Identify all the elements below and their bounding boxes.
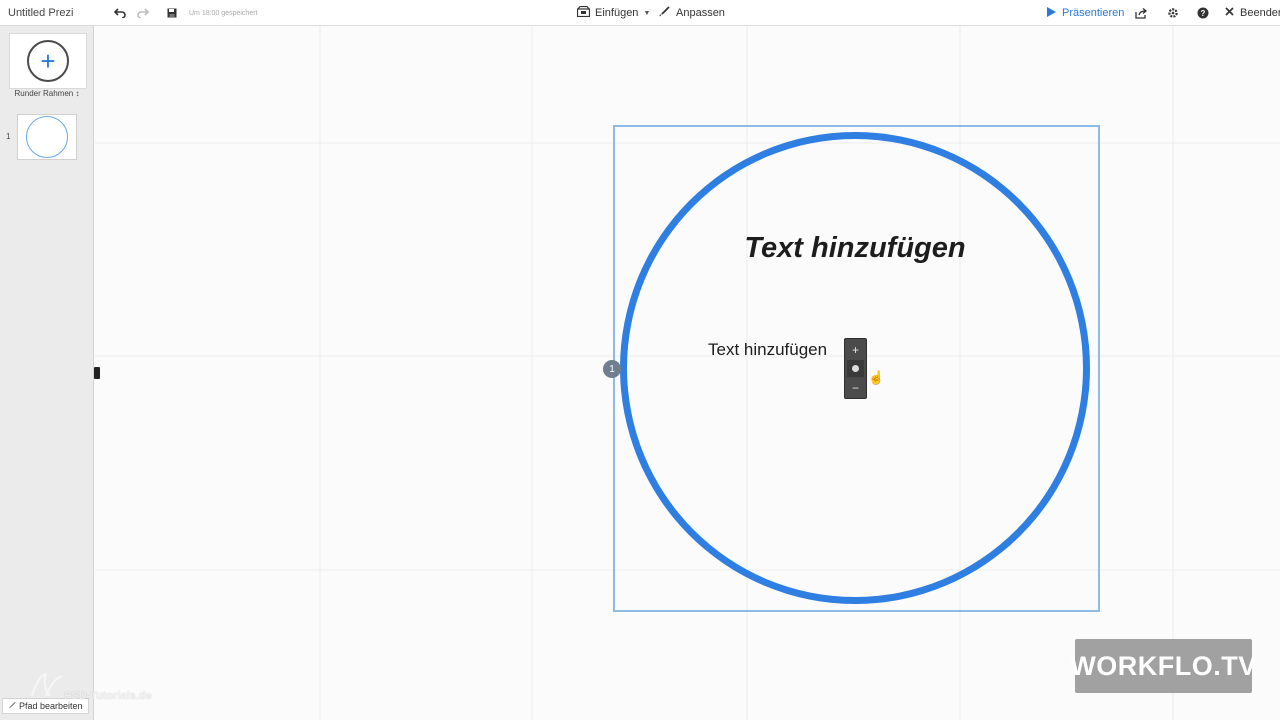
frame-title-text[interactable]: Text hinzufügen	[700, 232, 1010, 265]
slide-number: 1	[6, 132, 11, 141]
saved-status: Um 18:00 gespeichert	[189, 9, 258, 17]
chevron-down-icon: ▼	[643, 9, 651, 17]
circle-frame-thumbnail	[26, 116, 68, 158]
close-label: Beenden	[1240, 7, 1280, 19]
pencil-icon	[8, 701, 16, 711]
gear-icon[interactable]	[1165, 0, 1181, 26]
brush-icon	[659, 6, 670, 20]
frame-zoom-controls: + −	[844, 338, 867, 399]
hand-cursor-icon: ☝	[868, 370, 885, 385]
present-button[interactable]: Präsentieren	[1047, 0, 1124, 26]
customize-label: Anpassen	[676, 7, 725, 19]
present-label: Präsentieren	[1062, 7, 1125, 19]
frame-type-label: Runder Rahmen	[14, 89, 74, 98]
play-icon	[1047, 6, 1056, 20]
svg-text:?: ?	[1201, 9, 1206, 18]
plus-icon: +	[27, 40, 69, 82]
frame-type-select[interactable]: Runder Rahmen ↕	[0, 89, 94, 98]
top-toolbar: Untitled Prezi Um 18:00 gespeichert Einf…	[0, 0, 1280, 26]
redo-icon[interactable]	[135, 0, 151, 26]
hand-move-icon[interactable]	[847, 360, 864, 377]
zoom-in-button[interactable]: +	[847, 341, 864, 358]
path-step-badge[interactable]: 1	[603, 360, 621, 378]
close-button[interactable]: Beenden	[1225, 0, 1280, 26]
share-icon[interactable]	[1133, 0, 1149, 26]
updown-icon: ↕	[75, 89, 80, 98]
save-icon[interactable]	[164, 0, 180, 26]
insert-icon	[576, 5, 591, 20]
close-icon	[1225, 7, 1234, 19]
psd-tutorials-logo	[31, 672, 63, 697]
frame-body-text[interactable]: Text hinzufügen	[708, 340, 827, 360]
zoom-out-button[interactable]: −	[847, 379, 864, 396]
workflo-watermark: WORKFLO.TV	[1070, 639, 1256, 693]
presentation-title[interactable]: Untitled Prezi	[8, 0, 73, 26]
customize-button[interactable]: Anpassen	[659, 0, 725, 26]
insert-menu[interactable]: Einfügen ▼	[576, 0, 651, 26]
edit-path-label: Pfad bearbeiten	[19, 701, 83, 711]
help-icon[interactable]: ?	[1195, 0, 1211, 26]
insert-label: Einfügen	[595, 7, 639, 19]
slide-thumbnail[interactable]	[17, 114, 77, 160]
psd-tutorials-watermark: PSD-Tutorials.de	[64, 690, 152, 702]
slide-sidebar: + Runder Rahmen ↕ 1 Pfad bearbeiten	[0, 26, 94, 720]
add-frame-button[interactable]: +	[9, 33, 87, 89]
undo-icon[interactable]	[112, 0, 128, 26]
